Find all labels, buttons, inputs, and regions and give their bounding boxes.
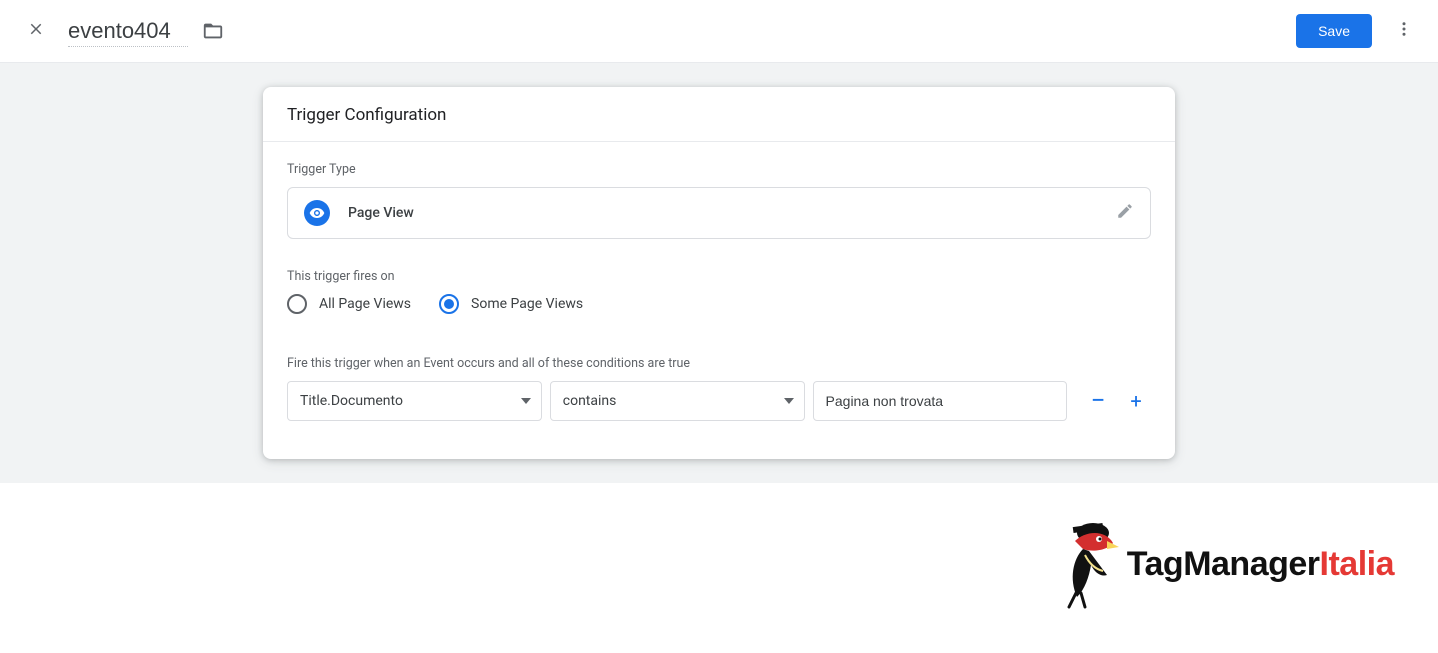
add-condition-button[interactable]: + — [1121, 386, 1151, 416]
fires-on-section-label: This trigger fires on — [287, 269, 1151, 284]
radio-all-label: All Page Views — [319, 296, 411, 312]
radio-some-label: Some Page Views — [471, 296, 583, 312]
top-bar: Save — [0, 0, 1438, 63]
folder-icon[interactable] — [202, 20, 224, 42]
pencil-icon — [1116, 202, 1134, 224]
condition-operator-value: contains — [563, 393, 617, 409]
page-view-icon — [304, 200, 330, 226]
chevron-down-icon — [784, 398, 794, 404]
plus-icon: + — [1130, 389, 1141, 413]
woodpecker-icon — [1055, 519, 1119, 609]
trigger-type-selector[interactable]: Page View — [287, 187, 1151, 239]
trigger-name-input[interactable] — [68, 16, 188, 47]
trigger-type-value: Page View — [348, 205, 414, 221]
condition-row: Title.Documento contains − + — [287, 381, 1151, 421]
condition-value-input[interactable] — [813, 381, 1068, 421]
condition-description: Fire this trigger when an Event occurs a… — [287, 356, 1151, 371]
workspace-canvas: Trigger Configuration Trigger Type Page … — [0, 63, 1438, 483]
logo-text-tagmanager: TagManager — [1127, 545, 1320, 583]
trigger-type-section-label: Trigger Type — [287, 162, 1151, 177]
condition-operator-select[interactable]: contains — [550, 381, 805, 421]
more-menu-button[interactable] — [1386, 13, 1422, 49]
edit-trigger-type-button[interactable] — [1116, 202, 1134, 224]
condition-variable-value: Title.Documento — [300, 393, 403, 409]
more-vert-icon — [1395, 20, 1413, 42]
condition-variable-select[interactable]: Title.Documento — [287, 381, 542, 421]
trigger-config-card: Trigger Configuration Trigger Type Page … — [263, 87, 1175, 459]
close-icon — [27, 20, 45, 42]
logo-text-italia: Italia — [1320, 545, 1394, 583]
card-title: Trigger Configuration — [263, 87, 1175, 142]
save-button[interactable]: Save — [1296, 14, 1372, 48]
radio-all-page-views[interactable]: All Page Views — [287, 294, 411, 314]
chevron-down-icon — [521, 398, 531, 404]
radio-checked-icon — [439, 294, 459, 314]
tagmanageritalia-logo: TagManagerItalia — [1055, 519, 1394, 609]
minus-icon: − — [1091, 396, 1106, 406]
remove-condition-button[interactable]: − — [1083, 386, 1113, 416]
radio-some-page-views[interactable]: Some Page Views — [439, 294, 583, 314]
radio-unchecked-icon — [287, 294, 307, 314]
footer-logo-area: TagManagerItalia — [0, 483, 1438, 609]
close-button[interactable] — [16, 11, 56, 51]
